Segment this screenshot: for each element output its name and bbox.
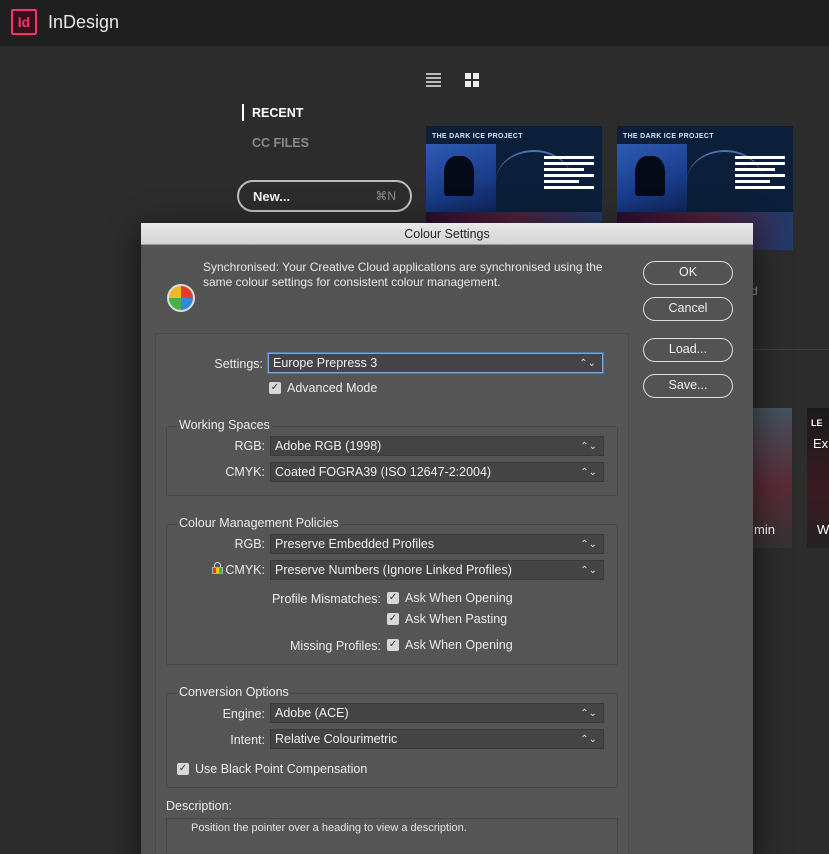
advanced-mode-checkbox[interactable]: ✓ — [269, 382, 281, 394]
intent-label: Intent: — [230, 733, 265, 747]
ws-rgb-value: Adobe RGB (1998) — [275, 439, 382, 453]
settings-label: Settings: — [214, 357, 263, 371]
learn-card[interactable]: min — [752, 408, 792, 548]
save-button[interactable]: Save... — [643, 374, 733, 398]
chevron-updown-icon: ⌃⌄ — [579, 358, 596, 369]
sync-message: Synchronised: Your Creative Cloud applic… — [203, 260, 603, 289]
load-button[interactable]: Load... — [643, 338, 733, 362]
profile-mismatches-label: Profile Mismatches: — [271, 592, 381, 606]
chevron-updown-icon: ⌃⌄ — [580, 565, 597, 576]
ok-button[interactable]: OK — [643, 261, 733, 285]
policy-cmyk-label: CMYK: — [225, 563, 265, 577]
engine-label: Engine: — [222, 707, 265, 721]
creative-cloud-sync-icon — [167, 284, 195, 312]
cancel-button[interactable]: Cancel — [643, 297, 733, 321]
policy-rgb-value: Preserve Embedded Profiles — [275, 537, 435, 551]
nav-recent[interactable]: RECENT — [252, 106, 303, 120]
new-button-label: New... — [253, 188, 291, 204]
nav-cc-files[interactable]: CC FILES — [252, 136, 309, 150]
new-button-shortcut: ⌘N — [375, 189, 396, 203]
card-tag: LE — [811, 418, 823, 428]
working-spaces-title: Working Spaces — [177, 418, 272, 432]
policies-title: Colour Management Policies — [177, 516, 341, 530]
black-point-checkbox[interactable]: ✓ — [177, 763, 189, 775]
ask-when-pasting-label: Ask When Pasting — [405, 612, 508, 626]
ws-cmyk-select[interactable]: Coated FOGRA39 (ISO 12647-2:2004) ⌃⌄ — [270, 462, 604, 482]
chevron-updown-icon: ⌃⌄ — [580, 734, 597, 745]
thumbnail-title: THE DARK ICE PROJECT — [623, 133, 714, 140]
divider — [752, 349, 829, 350]
engine-select[interactable]: Adobe (ACE) ⌃⌄ — [270, 703, 604, 723]
ask-when-opening-label: Ask When Opening — [405, 591, 513, 605]
ask-when-pasting-checkbox[interactable]: ✓ — [387, 613, 399, 625]
description-label: Description: — [166, 799, 232, 813]
chevron-updown-icon: ⌃⌄ — [580, 708, 597, 719]
card-duration: min — [754, 522, 775, 537]
card-title: Ex — [813, 436, 829, 451]
chevron-updown-icon: ⌃⌄ — [580, 539, 597, 550]
app-header: Id InDesign — [0, 0, 829, 46]
advanced-mode-label: Advanced Mode — [287, 381, 378, 395]
nav-active-marker — [242, 104, 244, 121]
missing-ask-opening-label: Ask When Opening — [405, 638, 513, 652]
engine-value: Adobe (ACE) — [275, 706, 349, 720]
indesign-logo-icon: Id — [11, 9, 37, 35]
thumbnail-text-lines — [544, 156, 594, 192]
missing-profiles-label: Missing Profiles: — [290, 639, 381, 653]
intent-value: Relative Colourimetric — [275, 732, 398, 746]
conversion-title: Conversion Options — [177, 685, 291, 699]
settings-value: Europe Prepress 3 — [273, 356, 378, 370]
new-document-button[interactable]: New... ⌘N — [237, 180, 412, 212]
ws-cmyk-value: Coated FOGRA39 (ISO 12647-2:2004) — [275, 465, 492, 479]
ws-rgb-label: RGB: — [234, 439, 265, 453]
chevron-updown-icon: ⌃⌄ — [580, 441, 597, 452]
policy-cmyk-value: Preserve Numbers (Ignore Linked Profiles… — [275, 563, 512, 577]
ws-rgb-select[interactable]: Adobe RGB (1998) ⌃⌄ — [270, 436, 604, 456]
thumbnail-text-lines — [735, 156, 785, 192]
policy-rgb-select[interactable]: Preserve Embedded Profiles ⌃⌄ — [270, 534, 604, 554]
thumbnail-figure — [635, 156, 665, 196]
colour-settings-dialog: Colour Settings Synchronised: Your Creat… — [141, 223, 753, 854]
chevron-updown-icon: ⌃⌄ — [580, 467, 597, 478]
thumbnail-figure — [444, 156, 474, 196]
app-title: InDesign — [48, 12, 120, 32]
policy-cmyk-select[interactable]: Preserve Numbers (Ignore Linked Profiles… — [270, 560, 604, 580]
ask-when-opening-checkbox[interactable]: ✓ — [387, 592, 399, 604]
intent-select[interactable]: Relative Colourimetric ⌃⌄ — [270, 729, 604, 749]
thumbnail-title: THE DARK ICE PROJECT — [432, 133, 523, 140]
list-view-icon[interactable] — [426, 73, 441, 87]
black-point-label: Use Black Point Compensation — [195, 762, 368, 776]
description-text: Position the pointer over a heading to v… — [191, 822, 467, 834]
learn-card[interactable]: LE Ex W — [807, 408, 829, 548]
card-subtitle: W — [817, 522, 829, 537]
dialog-title: Colour Settings — [141, 223, 753, 245]
grid-view-icon[interactable] — [465, 73, 479, 87]
settings-select[interactable]: Europe Prepress 3 ⌃⌄ — [268, 353, 603, 373]
missing-ask-opening-checkbox[interactable]: ✓ — [387, 639, 399, 651]
policy-rgb-label: RGB: — [234, 537, 265, 551]
ws-cmyk-label: CMYK: — [225, 465, 265, 479]
